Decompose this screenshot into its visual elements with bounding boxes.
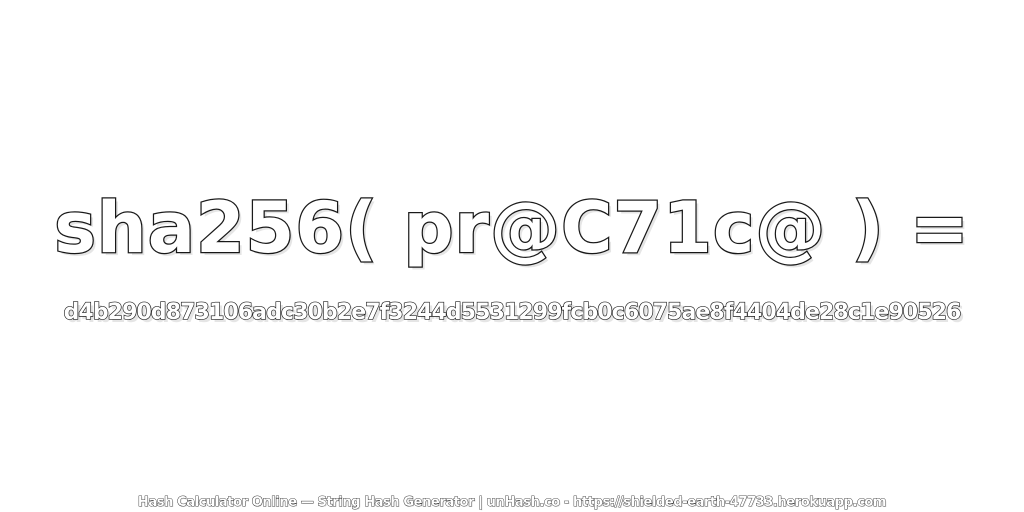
hash-expression: sha256( pr@C71c@ ) = [53,186,970,271]
footer-caption: Hash Calculator Online — String Hash Gen… [137,495,887,511]
hash-result: d4b290d873106adc30b2e7f3244d5531299fcb0c… [63,299,962,325]
